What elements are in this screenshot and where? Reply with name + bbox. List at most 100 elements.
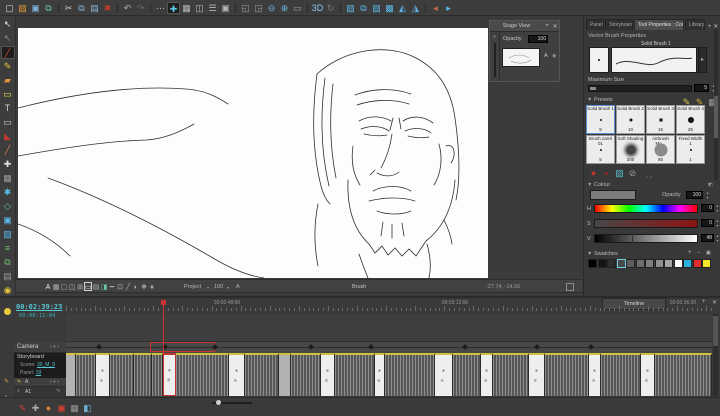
hue-value[interactable]: 0 [701,204,714,212]
prev-panel-icon[interactable]: ◂ [429,2,442,14]
tab-library[interactable]: Library [684,19,706,30]
colour-swatch-4[interactable] [626,259,635,268]
drag-tool-icon[interactable]: ✚ [1,158,15,171]
save-all-icon[interactable]: ⧉ [42,2,55,14]
tab-storyboard[interactable]: Storyboard [605,19,633,30]
reset-zoom-icon[interactable]: ▭ [291,2,304,14]
panel-value[interactable]: 19 [36,370,42,376]
minus-icon[interactable]: ━ [108,283,116,292]
rectangle-tool-icon[interactable]: ▭ [1,116,15,129]
value-slider[interactable] [594,234,698,243]
3d-toggle-icon[interactable]: 3D [311,2,324,14]
colour-options-icon[interactable]: ◩ [708,182,713,188]
storyboard-panel-frames[interactable] [110,353,134,396]
brush-preset-solid-brush-1[interactable]: Solid Brush 1 5 [586,105,615,134]
storyboard-panel-frames[interactable] [655,353,712,396]
split-clip-icon[interactable]: ◧ [81,402,94,414]
timeline-close-icon[interactable]: ✕ [712,299,717,306]
colour-swatch-6[interactable] [645,259,654,268]
colour-opacity-stepper[interactable]: ▴ ▾ [705,190,710,200]
hue-stepper[interactable]: ▴ ▾ [715,203,720,213]
list-view-icon[interactable]: ☰ [206,2,219,14]
copy-icon[interactable]: ⧉ [75,2,88,14]
brush-preset-solid-brush-3[interactable]: Solid Brush 3 15 [646,105,675,134]
thumbnail-grid-icon[interactable]: ▦ [180,2,193,14]
layer-a-controls[interactable]: ‹ + › [50,379,59,385]
transform-tool-icon[interactable]: ↖ [1,32,15,45]
next-panel-icon[interactable]: ▸ [442,2,455,14]
line-tool-icon[interactable]: ╱ [1,144,15,157]
layer-thumbnail[interactable] [502,48,540,67]
presets-section-header[interactable]: ▼ Presets [587,97,613,103]
camera-keyframe-diamond[interactable] [588,344,594,350]
project-scope-label[interactable]: Project [184,284,201,290]
storyboard-panel-thumbnail[interactable] [229,353,245,396]
brush-preset-solid-brush-4[interactable]: Solid Brush 4 25 [676,105,705,134]
storyboard-panel-thumbnail[interactable] [589,353,601,396]
saturation-slider[interactable] [594,219,698,228]
storyboard-panel-thumbnail[interactable] [321,353,335,396]
camera-track-header[interactable]: Camera ‹ + › [14,342,66,353]
fourfield-icon[interactable]: ⊞ [76,283,84,292]
anchor-icon[interactable]: ♦ [148,283,156,292]
panel-scrollbar-thumb[interactable] [714,96,718,138]
open-project-icon[interactable]: ▨ [16,2,29,14]
project-caret-icon[interactable]: ▾ [207,285,209,290]
max-size-slider[interactable] [588,85,692,92]
camera-tool-icon[interactable]: ▣ [1,214,15,227]
stage-view-header[interactable]: Stage View + ✕ [490,21,559,32]
current-layer-icon[interactable]: A [44,283,52,292]
storyboard-panel-thumbnail[interactable] [96,353,110,396]
add-panel-icon[interactable]: ✚ [29,402,42,414]
colour-swatch-7[interactable] [654,259,664,268]
small-workspace-a-icon[interactable]: ◱ [239,2,252,14]
brush-preset-soft-shading[interactable]: Soft Shading 200 [616,135,645,164]
redo-icon[interactable]: ↷ [134,2,147,14]
drawing-canvas[interactable] [18,28,488,278]
camera-mask-icon[interactable]: ▭ [84,282,92,291]
timeline-zoom-slider[interactable] [212,400,252,405]
storyboard-panel-thumbnail[interactable] [529,353,545,396]
zoom-caret-icon[interactable]: ▾ [227,285,229,290]
tab-panel[interactable]: Panel [586,19,605,30]
swatch-options-icon[interactable]: ▣ [706,250,711,256]
colour-swatch-11[interactable] [692,259,702,268]
value-value[interactable]: 48 [701,234,714,242]
colour-swatch-2[interactable] [607,259,616,268]
safe-area-icon[interactable]: ◫ [68,283,76,292]
tab-tool-properties-colour[interactable]: Tool Properties : Colour [633,19,684,30]
storyboard-panel-thumbnail[interactable] [641,353,655,396]
scene-value[interactable]: 30_M_9 [37,362,55,368]
brush-preview-expand-icon[interactable]: ▸ [698,47,707,73]
select-tool-icon[interactable]: ↖ [1,18,15,31]
swatches-section-header[interactable]: ▼ Swatches [587,251,618,257]
contrast-icon[interactable]: ◐ [132,283,140,292]
dashes-icon[interactable]: ⋯ [154,2,167,14]
camera-keyframe-diamond[interactable] [96,344,102,350]
panel-list-icon[interactable]: ⧉ [1,256,15,269]
storyboard-panel-thumbnail[interactable] [375,353,385,396]
zoom-fit-icon[interactable]: ▦ [52,283,60,292]
storyboard-panel-frames[interactable] [279,353,291,396]
add-swatch-icon[interactable]: + [688,250,692,256]
storyboard-panel-frames[interactable] [291,353,321,396]
storyboard-panel-frames[interactable] [545,353,589,396]
camera-selected-segment[interactable] [150,342,215,352]
add-panel-icon[interactable]: ▧ [344,2,357,14]
snap-tool-icon[interactable]: ✱ [1,186,15,199]
light-table-toggle-icon[interactable]: ▤ [92,283,100,292]
brush-preset-brush-carr-01[interactable]: Brush carré 01 5 [586,135,615,164]
pencil-tool-icon[interactable]: ✎ [1,60,15,73]
audio-track-header[interactable]: ♪ A1 ∿ [14,387,66,397]
duplicate-panel-icon[interactable]: ⧉ [357,2,370,14]
current-timecode[interactable]: 00:02:39:23 [16,303,62,311]
text-tool-icon[interactable]: T [1,102,15,115]
zoom-out-icon[interactable]: ⊖ [265,2,278,14]
save-icon[interactable]: ▣ [29,2,42,14]
storyboard-panel-frames[interactable] [152,353,163,396]
timeline-scrollbar[interactable] [713,314,718,396]
hand-tool-icon[interactable]: ✚ [167,1,180,14]
value-stepper[interactable]: ▴ ▾ [715,233,720,243]
speaker-icon[interactable]: ♪ [17,388,20,394]
colour-swatch-5[interactable] [635,259,645,268]
